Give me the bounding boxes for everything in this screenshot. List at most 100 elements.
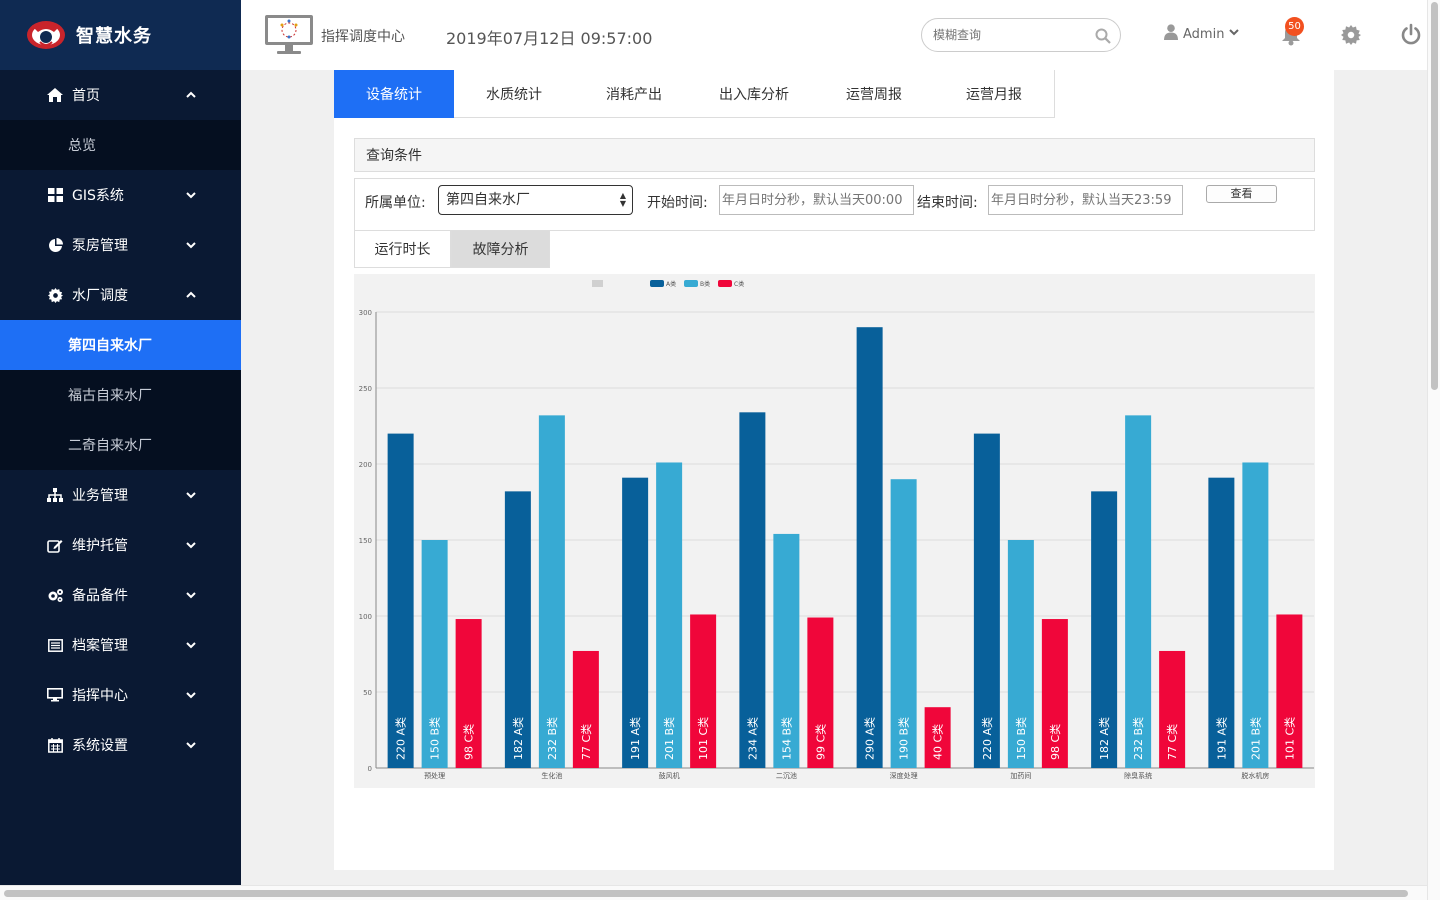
y-tick-label: 150	[359, 537, 372, 545]
x-tick-label: 深度处理	[890, 771, 918, 780]
chevron-down-icon	[184, 738, 198, 752]
bar-value-label: 150 B类	[1014, 717, 1028, 760]
sidebar-subitem-plant-4[interactable]: 第四自来水厂	[0, 320, 241, 370]
chevron-up-icon	[184, 88, 198, 102]
y-tick-label: 0	[368, 765, 372, 773]
topbar: 指挥调度中心 2019年07月12日 09:57:00 Admin 50	[241, 0, 1440, 70]
bar-value-label: 201 B类	[1248, 717, 1262, 760]
horizontal-scrollbar[interactable]	[0, 885, 1427, 900]
bar-value-label: 77 C类	[579, 724, 593, 760]
x-tick-label: 鼓风机	[659, 771, 680, 780]
sidebar-item-maintenance[interactable]: 维护托管	[0, 520, 241, 570]
sidebar-item-label: 泵房管理	[72, 238, 128, 254]
list-icon	[46, 637, 64, 653]
brand-title: 智慧水务	[76, 26, 152, 47]
sidebar-item-label: 档案管理	[72, 638, 128, 654]
legend-label: A类	[666, 280, 676, 288]
horizontal-scroll-thumb[interactable]	[4, 890, 1408, 897]
fault-bar-chart: 0 50 100 150 200 250 300 A类 B类 C类 220 A类 150 B类 98 C…	[359, 280, 1314, 780]
x-tick-label: 二沉池	[776, 771, 797, 780]
bar-value-label: 232 B类	[545, 717, 559, 760]
sidebar-item-label: GIS系统	[72, 188, 124, 204]
sidebar-item-settings[interactable]: 系统设置	[0, 720, 241, 770]
user-icon	[1164, 24, 1178, 44]
x-tick-label: 加药间	[1010, 771, 1031, 780]
chevron-up-icon	[184, 288, 198, 302]
chevron-down-icon	[184, 638, 198, 652]
sidebar-item-gis[interactable]: GIS系统	[0, 170, 241, 220]
tab-consumption-output[interactable]: 消耗产出	[574, 70, 694, 118]
chevron-down-icon	[1228, 26, 1240, 42]
tab-weekly-report[interactable]: 运营周报	[814, 70, 934, 118]
settings-gear-icon[interactable]	[1341, 25, 1361, 45]
bar-value-label: 98 C类	[1048, 724, 1062, 760]
gears-icon	[46, 587, 64, 603]
tab-equipment-stats[interactable]: 设备统计	[334, 70, 454, 118]
power-icon[interactable]	[1400, 23, 1422, 45]
chevron-down-icon	[184, 688, 198, 702]
sidebar-item-business[interactable]: 业务管理	[0, 470, 241, 520]
sidebar-item-label: 水厂调度	[72, 288, 128, 304]
legend-swatch	[650, 280, 664, 287]
query-form: 所属单位: 第四自来水厂 ▲▼ 开始时间: 结束时间: 查看	[354, 178, 1315, 231]
tab-monthly-report[interactable]: 运营月报	[934, 70, 1054, 118]
bar-value-label: 99 C类	[813, 724, 827, 760]
search-input[interactable]	[933, 19, 1093, 51]
start-time-input[interactable]	[719, 185, 914, 215]
bar-value-label: 234 A类	[745, 717, 759, 760]
vertical-scrollbar[interactable]	[1427, 0, 1440, 900]
y-tick-label: 300	[359, 309, 372, 317]
y-tick-label: 100	[359, 613, 372, 621]
end-time-input[interactable]	[988, 185, 1183, 215]
sidebar-subitem-plant-fugu[interactable]: 福古自来水厂	[0, 370, 241, 420]
subtab-fault-analysis[interactable]: 故障分析	[451, 230, 550, 268]
tab-water-quality[interactable]: 水质统计	[454, 70, 574, 118]
sidebar-item-pump-room[interactable]: 泵房管理	[0, 220, 241, 270]
chevron-down-icon	[184, 538, 198, 552]
bar-value-label: 232 B类	[1131, 717, 1145, 760]
bar-value-label: 101 C类	[1282, 717, 1296, 760]
desktop-icon	[46, 687, 64, 703]
sidebar-item-spare-parts[interactable]: 备品备件	[0, 570, 241, 620]
gear-icon	[46, 287, 64, 303]
bar-value-label: 191 A类	[628, 717, 642, 760]
bar-value-label: 220 A类	[980, 717, 994, 760]
select-arrows-icon: ▲ ▼	[619, 191, 626, 208]
y-tick-label: 250	[359, 385, 372, 393]
legend-label: C类	[734, 280, 744, 288]
bar-value-label: 290 A类	[863, 717, 877, 760]
subtab-runtime[interactable]: 运行时长	[354, 230, 451, 268]
tab-inventory-analysis[interactable]: 出入库分析	[694, 70, 814, 118]
brand: 智慧水务	[0, 0, 241, 70]
sidebar-subitem-overview[interactable]: 总览	[0, 120, 241, 170]
bar-value-label: 98 C类	[462, 724, 476, 760]
user-menu[interactable]: Admin	[1164, 24, 1240, 44]
vertical-scroll-thumb[interactable]	[1431, 2, 1438, 390]
sidebar-subitem-plant-erqi[interactable]: 二奇自来水厂	[0, 420, 241, 470]
sidebar-item-plant-dispatch[interactable]: 水厂调度	[0, 270, 241, 320]
bar-value-label: 201 B类	[662, 717, 676, 760]
datetime-text: 2019年07月12日 09:57:00	[446, 29, 653, 48]
bar-value-label: 182 A类	[1097, 717, 1111, 760]
bar-value-label: 182 A类	[511, 717, 525, 760]
sidebar-item-label: 维护托管	[72, 538, 128, 554]
legend-label: B类	[700, 280, 710, 288]
fault-chart: 0 50 100 150 200 250 300 A类 B类 C类 220 A类 150 B类 98 C…	[354, 274, 1315, 788]
unit-select[interactable]: 第四自来水厂 ▲ ▼	[438, 185, 633, 215]
x-tick-label: 预处理	[424, 771, 445, 780]
bar-value-label: 191 A类	[1214, 717, 1228, 760]
bar-value-label: 150 B类	[428, 717, 442, 760]
legend-swatch	[684, 280, 698, 287]
sidebar-item-home[interactable]: 首页	[0, 70, 241, 120]
sidebar-item-archives[interactable]: 档案管理	[0, 620, 241, 670]
x-tick-label: 除臭系统	[1124, 771, 1152, 780]
sidebar-item-command-center[interactable]: 指挥中心	[0, 670, 241, 720]
bar-value-label: 220 A类	[394, 717, 408, 760]
sidebar-item-label: 首页	[72, 88, 100, 104]
stats-tabs: 设备统计 水质统计 消耗产出 出入库分析 运营周报 运营月报	[334, 70, 1055, 118]
search-icon[interactable]	[1095, 28, 1111, 44]
sidebar: 智慧水务 首页 总览 GIS系统 泵房管理 水厂调度 第四自来水厂 福古自来水厂…	[0, 0, 241, 885]
view-button[interactable]: 查看	[1206, 185, 1277, 203]
sidebar-item-label: 系统设置	[72, 738, 128, 754]
pie-chart-icon	[46, 237, 64, 253]
